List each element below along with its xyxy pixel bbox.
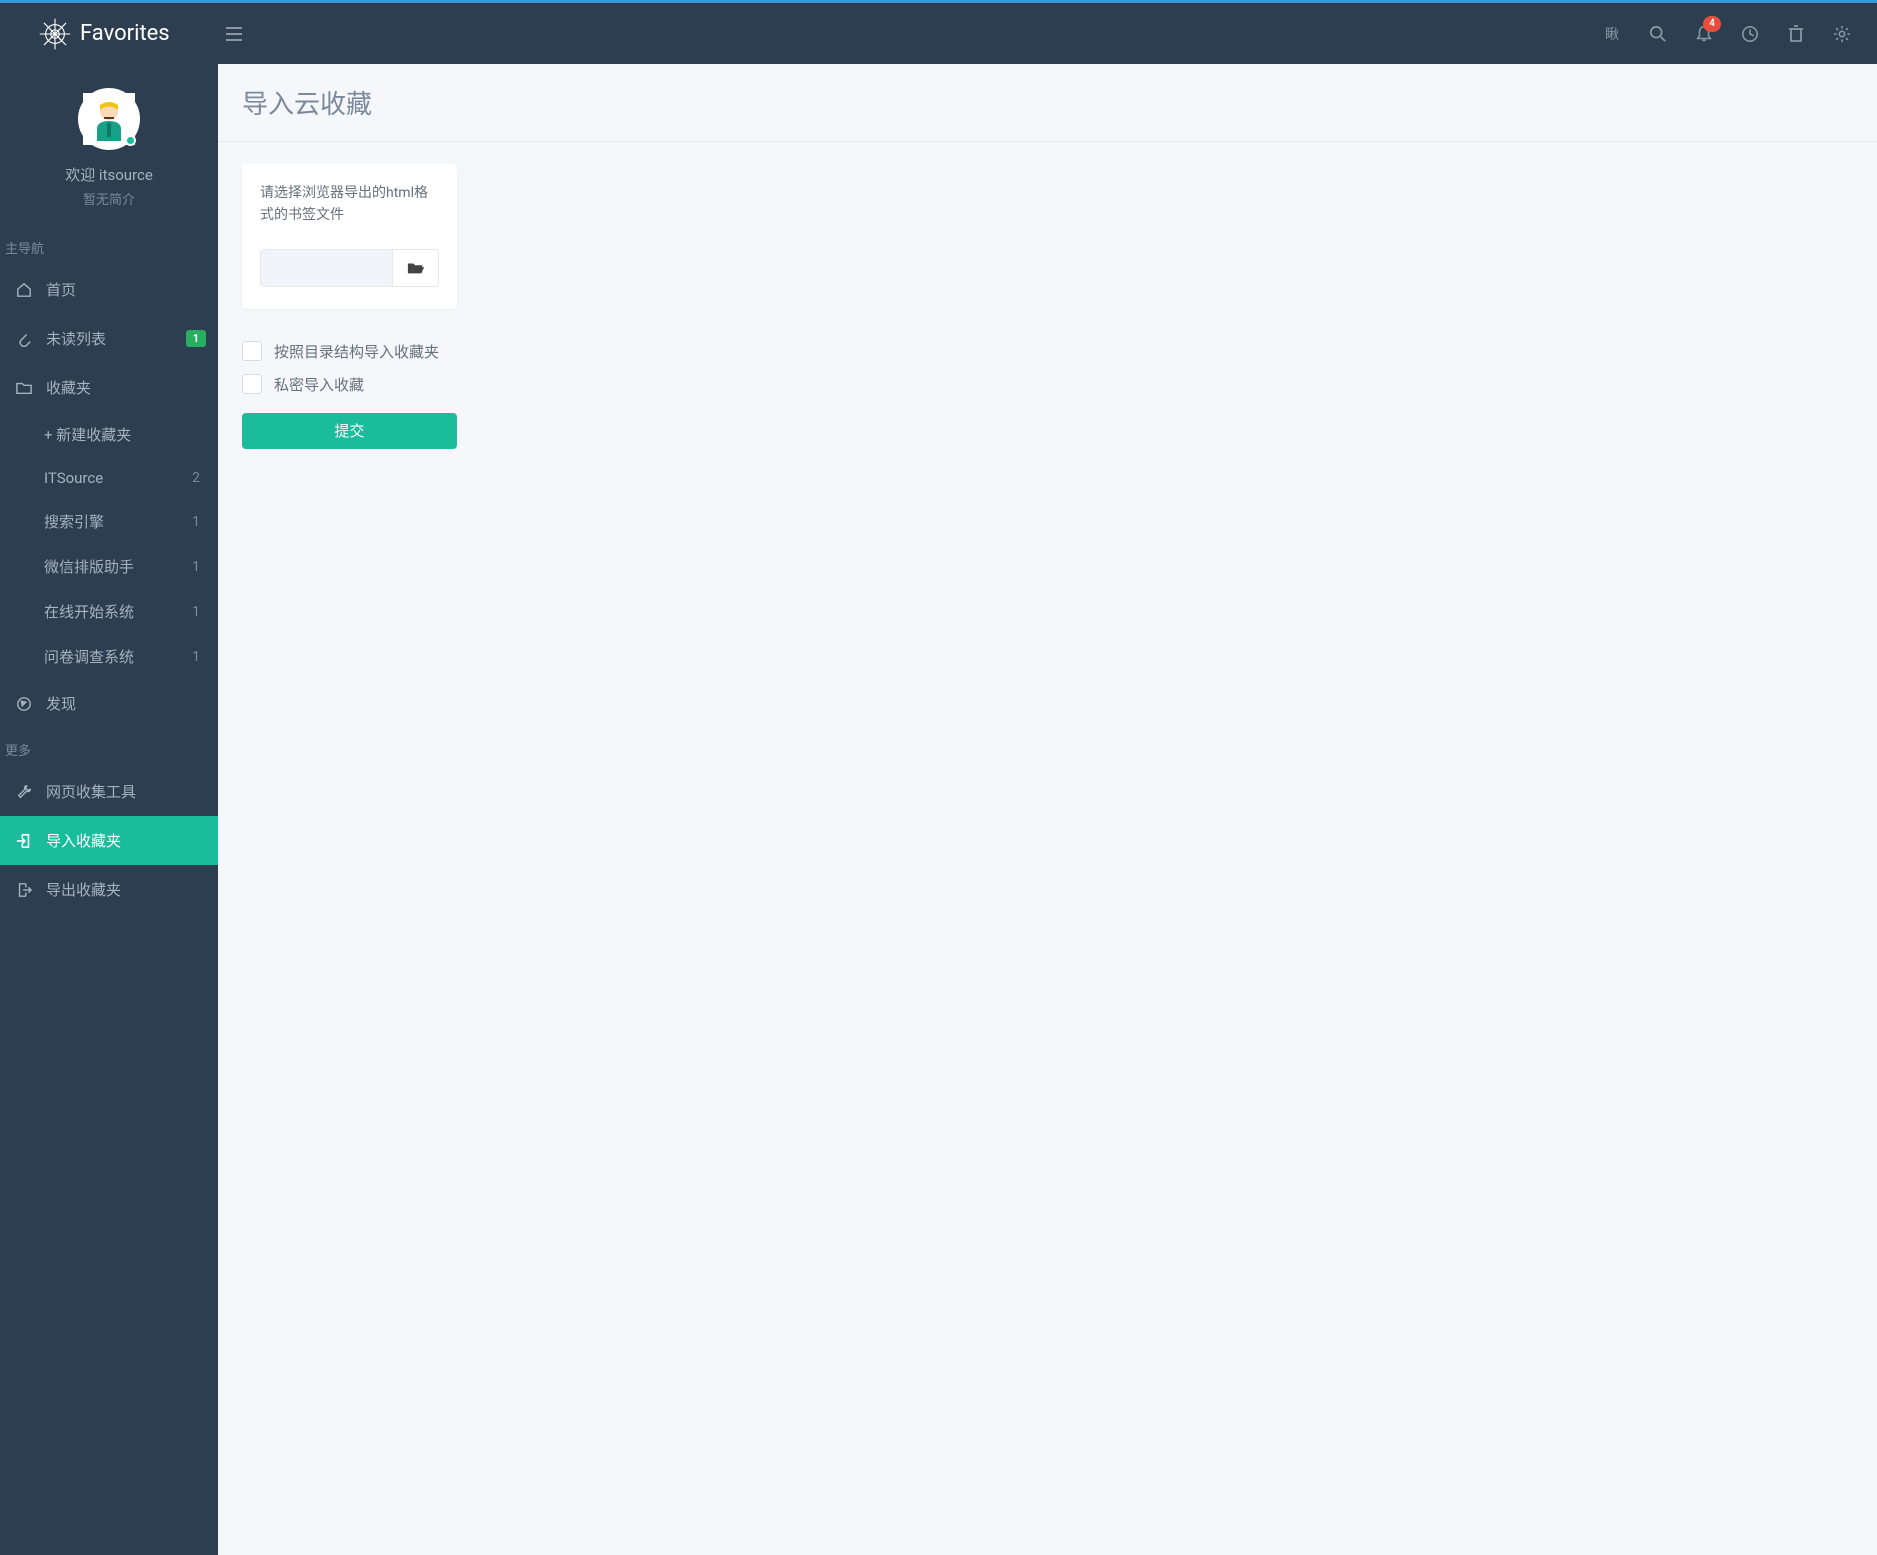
home-icon — [16, 282, 32, 298]
status-online-dot — [125, 135, 136, 146]
logo-text: Favorites — [80, 21, 170, 46]
sidebar: 欢迎 itsource 暂无简介 主导航 首页 未读列表 1 收藏夹 + 新建收… — [0, 64, 218, 1555]
sidebar-item-label: 首页 — [46, 279, 206, 300]
hamburger-toggle[interactable] — [218, 27, 250, 41]
notification-badge: 4 — [1703, 16, 1721, 32]
compass-icon — [16, 696, 32, 712]
sidebar-item-label: 收藏夹 — [46, 377, 206, 398]
export-icon — [16, 882, 32, 898]
card-instruction: 请选择浏览器导出的html格式的书签文件 — [260, 182, 439, 227]
sidebar-item-label: 导出收藏夹 — [46, 879, 206, 900]
attachment-icon — [16, 331, 32, 347]
logo-area[interactable]: Favorites — [0, 17, 218, 51]
sidebar-item-new-folder[interactable]: + 新建收藏夹 — [0, 412, 218, 457]
history-button[interactable] — [1727, 3, 1773, 64]
sidebar-folder-item[interactable]: 搜索引擎 1 — [0, 499, 218, 544]
checkbox-label: 私密导入收藏 — [274, 374, 364, 395]
top-wtf-button[interactable]: 瞅 — [1589, 3, 1635, 64]
unread-badge: 1 — [186, 330, 206, 347]
sidebar-item-label: 未读列表 — [46, 328, 186, 349]
sidebar-item-folders[interactable]: 收藏夹 — [0, 363, 218, 412]
logo-icon — [38, 17, 72, 51]
checkbox-label: 按照目录结构导入收藏夹 — [274, 341, 439, 362]
page-title: 导入云收藏 — [242, 84, 1853, 121]
sidebar-folder-item[interactable]: 在线开始系统 1 — [0, 589, 218, 634]
checkbox-row-private: 私密导入收藏 — [242, 374, 1853, 395]
checkbox-row-structure: 按照目录结构导入收藏夹 — [242, 341, 1853, 362]
avatar[interactable] — [78, 88, 140, 150]
browse-button[interactable] — [392, 250, 438, 286]
welcome-text: 欢迎 itsource — [10, 164, 208, 185]
submit-button[interactable]: 提交 — [242, 413, 457, 449]
sidebar-item-collect-tool[interactable]: 网页收集工具 — [0, 767, 218, 816]
nav-header-main: 主导航 — [0, 226, 218, 265]
folder-icon — [16, 381, 32, 395]
checkbox-structure[interactable] — [242, 341, 262, 361]
sidebar-item-label: 网页收集工具 — [46, 781, 206, 802]
sidebar-item-import[interactable]: 导入收藏夹 — [0, 816, 218, 865]
top-actions: 瞅 4 — [1589, 3, 1877, 64]
trash-button[interactable] — [1773, 3, 1819, 64]
file-input[interactable] — [261, 250, 392, 286]
sidebar-item-export[interactable]: 导出收藏夹 — [0, 865, 218, 914]
notifications-button[interactable]: 4 — [1681, 3, 1727, 64]
main-content: 导入云收藏 请选择浏览器导出的html格式的书签文件 按照目录结构导入收藏夹 — [218, 64, 1877, 1555]
sidebar-item-label: 发现 — [46, 693, 206, 714]
import-icon — [16, 833, 32, 849]
search-button[interactable] — [1635, 3, 1681, 64]
page-header: 导入云收藏 — [218, 64, 1877, 142]
folder-open-icon — [407, 261, 425, 275]
file-input-row — [260, 249, 439, 287]
sidebar-folder-item[interactable]: 微信排版助手 1 — [0, 544, 218, 589]
upload-card: 请选择浏览器导出的html格式的书签文件 — [242, 164, 457, 309]
menu-icon — [226, 27, 242, 41]
sidebar-folder-item[interactable]: 问卷调查系统 1 — [0, 634, 218, 679]
clock-icon — [1741, 25, 1759, 43]
sidebar-item-discover[interactable]: 发现 — [0, 679, 218, 728]
sidebar-item-label: 导入收藏夹 — [46, 830, 206, 851]
sidebar-item-home[interactable]: 首页 — [0, 265, 218, 314]
profile-block: 欢迎 itsource 暂无简介 — [0, 64, 218, 226]
bio-text: 暂无简介 — [10, 189, 208, 208]
sidebar-item-unread[interactable]: 未读列表 1 — [0, 314, 218, 363]
topbar: Favorites 瞅 4 — [0, 0, 1877, 64]
nav-header-more: 更多 — [0, 728, 218, 767]
trash-icon — [1788, 25, 1804, 43]
wrench-icon — [16, 784, 32, 800]
checkbox-private[interactable] — [242, 374, 262, 394]
gear-icon — [1833, 25, 1851, 43]
settings-button[interactable] — [1819, 3, 1865, 64]
sidebar-folder-item[interactable]: ITSource 2 — [0, 457, 218, 499]
search-icon — [1649, 25, 1667, 43]
